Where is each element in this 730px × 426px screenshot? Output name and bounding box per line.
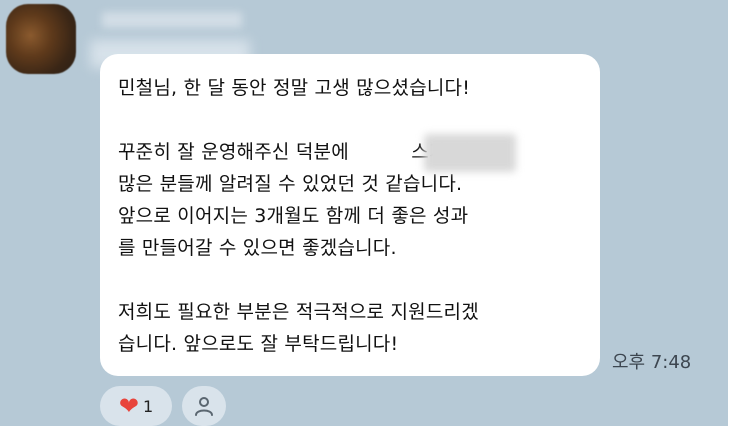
message-line: 를 만들어갈 수 있으면 좋겠습니다. bbox=[118, 237, 397, 259]
message-line: 민철님, 한 달 동안 정말 고생 많으셨습니다! bbox=[118, 77, 471, 99]
heart-reaction-button[interactable]: ❤ 1 bbox=[100, 386, 172, 426]
add-reaction-button[interactable] bbox=[182, 386, 226, 426]
message-line: 많은 분들께 알려질 수 있었던 것 같습니다. bbox=[118, 173, 463, 195]
redacted-text bbox=[424, 134, 516, 172]
message-line: 저희도 필요한 부분은 적극적으로 지원드리겠 bbox=[118, 301, 479, 323]
message-time: 오후 7:48 bbox=[612, 352, 692, 373]
message-line: 앞으로 이어지는 3개월도 함께 더 좋은 성과 bbox=[118, 205, 469, 227]
sender-name-redacted bbox=[102, 12, 242, 28]
message-bubble[interactable]: 민철님, 한 달 동안 정말 고생 많으셨습니다! 꾸준히 잘 운영해주신 덕분… bbox=[100, 54, 600, 376]
message-line: 습니다. 앞으로도 잘 부탁드립니다! bbox=[118, 333, 399, 355]
person-icon bbox=[195, 397, 213, 416]
reaction-count: 1 bbox=[142, 396, 154, 416]
heart-icon: ❤ bbox=[118, 392, 139, 420]
avatar[interactable] bbox=[6, 4, 76, 74]
